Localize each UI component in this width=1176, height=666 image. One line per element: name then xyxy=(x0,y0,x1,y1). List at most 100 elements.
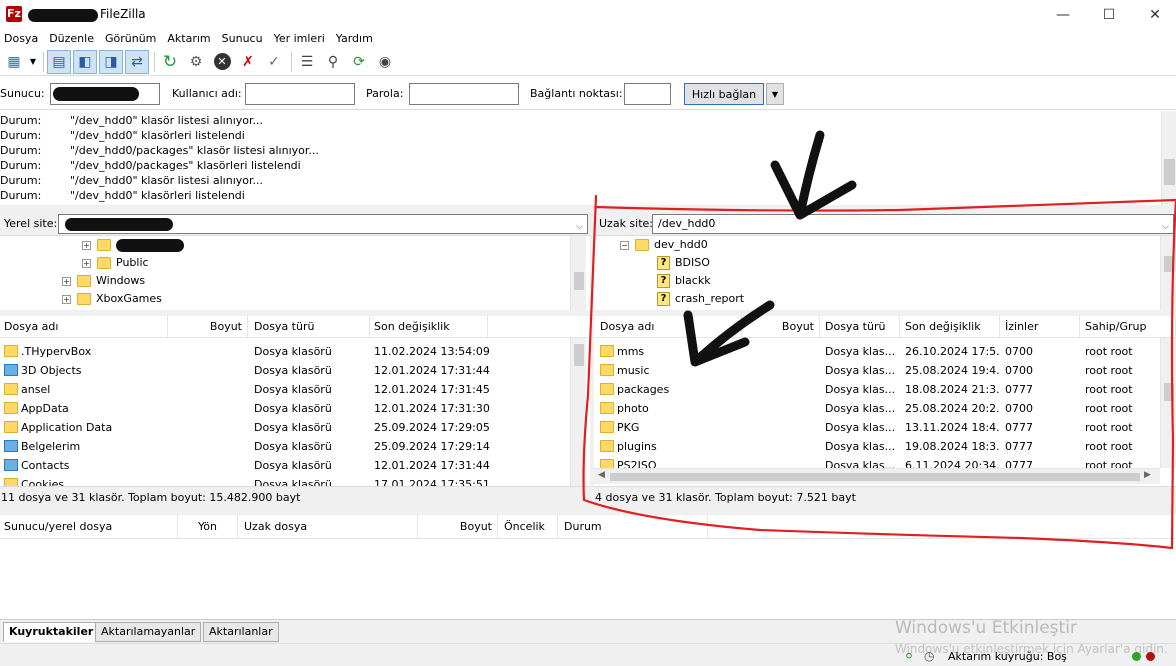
folder-icon xyxy=(600,345,614,357)
local-tree-scrollbar[interactable] xyxy=(570,236,586,310)
column-filename[interactable]: Dosya adı xyxy=(0,316,168,338)
menu-aktarim[interactable]: Aktarım xyxy=(163,30,217,48)
refresh-icon[interactable]: ↻ xyxy=(158,50,182,74)
column-type[interactable]: Dosya türü xyxy=(820,316,900,338)
cancel-icon[interactable]: ✕ xyxy=(210,50,234,74)
column-priority[interactable]: Öncelik xyxy=(498,515,558,539)
disconnect-icon[interactable]: ✗ xyxy=(236,50,260,74)
column-direction[interactable]: Yön xyxy=(178,515,238,539)
table-row[interactable]: Belgelerim Dosya klasörü 25.09.2024 17:29:… xyxy=(0,437,570,456)
column-permissions[interactable]: İzinler xyxy=(1000,316,1080,338)
file-name: packages xyxy=(600,380,742,399)
column-size[interactable]: Boyut xyxy=(742,316,820,338)
table-row[interactable]: 3D Objects Dosya klasörü 12.01.2024 17:31:… xyxy=(0,361,570,380)
reconnect-icon[interactable]: ✓ xyxy=(262,50,286,74)
log-scrollbar[interactable] xyxy=(1161,111,1176,205)
column-remote-file[interactable]: Uzak dosya xyxy=(238,515,418,539)
table-row[interactable]: photo Dosya klas... 25.08.2024 20:2... 0700… xyxy=(594,399,1160,418)
tab-queued[interactable]: Kuyruktakiler xyxy=(3,622,100,642)
chevron-down-icon: ⌵ xyxy=(1162,222,1169,232)
site-manager-dropdown-icon[interactable]: ▼ xyxy=(28,50,38,74)
table-row[interactable]: mms Dosya klas... 26.10.2024 17:5... 0700 ro… xyxy=(594,342,1160,361)
log-key: Durum: xyxy=(0,174,42,187)
title-bar: Fz FileZilla — ☐ ✕ xyxy=(0,0,1176,30)
table-row[interactable]: Contacts Dosya klasörü 12.01.2024 17:31:44 xyxy=(0,456,570,475)
sync-browse-icon[interactable]: ⟳ xyxy=(347,50,371,74)
remote-horizontal-scrollbar[interactable]: ◀ ▶ xyxy=(594,468,1160,484)
file-name: music xyxy=(600,361,742,380)
remote-path-combo[interactable]: /dev_hdd0 ⌵ xyxy=(652,214,1174,234)
tree-item-dev-hdd0[interactable]: − dev_hdd0 xyxy=(620,236,708,254)
file-type: Dosya klasörü xyxy=(254,440,332,453)
tree-item-windows[interactable]: + Windows xyxy=(62,272,145,290)
toggle-queue-icon[interactable]: ⇄ xyxy=(125,49,149,74)
quickconnect-dropdown-icon[interactable]: ▼ xyxy=(766,83,784,105)
local-status: 11 dosya ve 31 klasör. Toplam boyut: 15.… xyxy=(0,486,590,508)
menu-dosya[interactable]: Dosya xyxy=(0,30,45,48)
host-input[interactable] xyxy=(50,83,160,105)
tree-item-crash-report[interactable]: ? crash_report xyxy=(657,290,744,308)
column-owner[interactable]: Sahip/Grup xyxy=(1080,316,1176,338)
menu-duzenle[interactable]: Düzenle xyxy=(45,30,101,48)
menu-gorunum[interactable]: Görünüm xyxy=(101,30,163,48)
column-modified[interactable]: Son değişiklik xyxy=(370,316,488,338)
menu-yardim[interactable]: Yardım xyxy=(332,30,380,48)
file-type: Dosya klas... xyxy=(825,421,896,434)
menu-sunucu[interactable]: Sunucu xyxy=(218,30,270,48)
table-row[interactable]: music Dosya klas... 25.08.2024 19:4... 0700… xyxy=(594,361,1160,380)
tab-failed[interactable]: Aktarılamayanlar xyxy=(95,622,202,642)
queue-header: Sunucu/yerel dosya Yön Uzak dosya Boyut … xyxy=(0,515,1176,539)
password-input[interactable] xyxy=(409,83,519,105)
quickconnect-button[interactable]: Hızlı bağlan xyxy=(684,83,764,105)
user-input[interactable] xyxy=(245,83,355,105)
minimize-button[interactable]: — xyxy=(1040,0,1086,30)
table-row[interactable]: packages Dosya klas... 18.08.2024 21:3... 0… xyxy=(594,380,1160,399)
column-size[interactable]: Boyut xyxy=(418,515,498,539)
port-input[interactable] xyxy=(624,83,671,105)
remote-tree-scrollbar[interactable] xyxy=(1160,236,1176,310)
menu-yer-imleri[interactable]: Yer imleri xyxy=(270,30,332,48)
file-modified: 25.08.2024 20:2... xyxy=(905,402,1000,415)
search-icon[interactable]: ⚲ xyxy=(321,50,345,74)
table-row[interactable]: .THypervBox Dosya klasörü 11.02.2024 13:54… xyxy=(0,342,570,361)
filter-icon[interactable]: ☰ xyxy=(295,50,319,74)
file-modified: 13.11.2024 18:4... xyxy=(905,421,1000,434)
column-local-file[interactable]: Sunucu/yerel dosya xyxy=(0,515,178,539)
remote-status: 4 dosya ve 31 klasör. Toplam boyut: 7.52… xyxy=(594,486,1176,508)
table-row[interactable]: PKG Dosya klas... 13.11.2024 18:4... 0777 ro… xyxy=(594,418,1160,437)
site-manager-icon[interactable]: ▦ xyxy=(2,50,26,74)
tree-item-bdiso[interactable]: ? BDISO xyxy=(657,254,710,272)
local-path-combo[interactable]: ⌵ xyxy=(58,214,588,234)
toggle-remote-tree-icon[interactable]: ◨ xyxy=(99,49,123,74)
find-files-icon[interactable]: ◉ xyxy=(373,50,397,74)
column-modified[interactable]: Son değişiklik xyxy=(900,316,1000,338)
tab-successful[interactable]: Aktarılanlar xyxy=(203,622,279,642)
column-type[interactable]: Dosya türü xyxy=(250,316,370,338)
file-type: Dosya klas... xyxy=(825,383,896,396)
tree-item-redacted[interactable]: + xyxy=(82,236,184,254)
toggle-log-icon[interactable]: ▤ xyxy=(47,49,71,74)
tree-item-public[interactable]: + Public xyxy=(82,254,149,272)
tree-item-blackk[interactable]: ? blackk xyxy=(657,272,711,290)
remote-list-scrollbar[interactable] xyxy=(1160,338,1176,468)
process-queue-icon[interactable]: ⚙ xyxy=(184,50,208,74)
column-status[interactable]: Durum xyxy=(558,515,708,539)
local-list-scrollbar[interactable] xyxy=(570,338,586,486)
tree-item-xboxgames[interactable]: + XboxGames xyxy=(62,290,162,308)
column-filename[interactable]: Dosya adı xyxy=(594,316,742,338)
column-size[interactable]: Boyut xyxy=(168,316,248,338)
file-type: Dosya klas... xyxy=(825,440,896,453)
file-permissions: 0700 xyxy=(1005,364,1033,377)
maximize-button[interactable]: ☐ xyxy=(1086,0,1132,30)
table-row[interactable]: AppData Dosya klasörü 12.01.2024 17:31:30 xyxy=(0,399,570,418)
file-modified: 25.08.2024 19:4... xyxy=(905,364,1000,377)
toolbar: ▦ ▼ ▤ ◧ ◨ ⇄ ↻ ⚙ ✕ ✗ ✓ ☰ ⚲ ⟳ ◉ xyxy=(0,48,1176,76)
file-modified: 12.01.2024 17:31:30 xyxy=(374,402,490,415)
log-key: Durum: xyxy=(0,114,42,127)
table-row[interactable]: Cookies Dosya klasörü 17.01.2024 17:35:51 xyxy=(0,475,570,486)
table-row[interactable]: ansel Dosya klasörü 12.01.2024 17:31:45 xyxy=(0,380,570,399)
table-row[interactable]: Application Data Dosya klasörü 25.09.2024 … xyxy=(0,418,570,437)
toggle-local-tree-icon[interactable]: ◧ xyxy=(73,49,97,74)
table-row[interactable]: plugins Dosya klas... 19.08.2024 18:3... 07… xyxy=(594,437,1160,456)
close-button[interactable]: ✕ xyxy=(1132,0,1176,30)
